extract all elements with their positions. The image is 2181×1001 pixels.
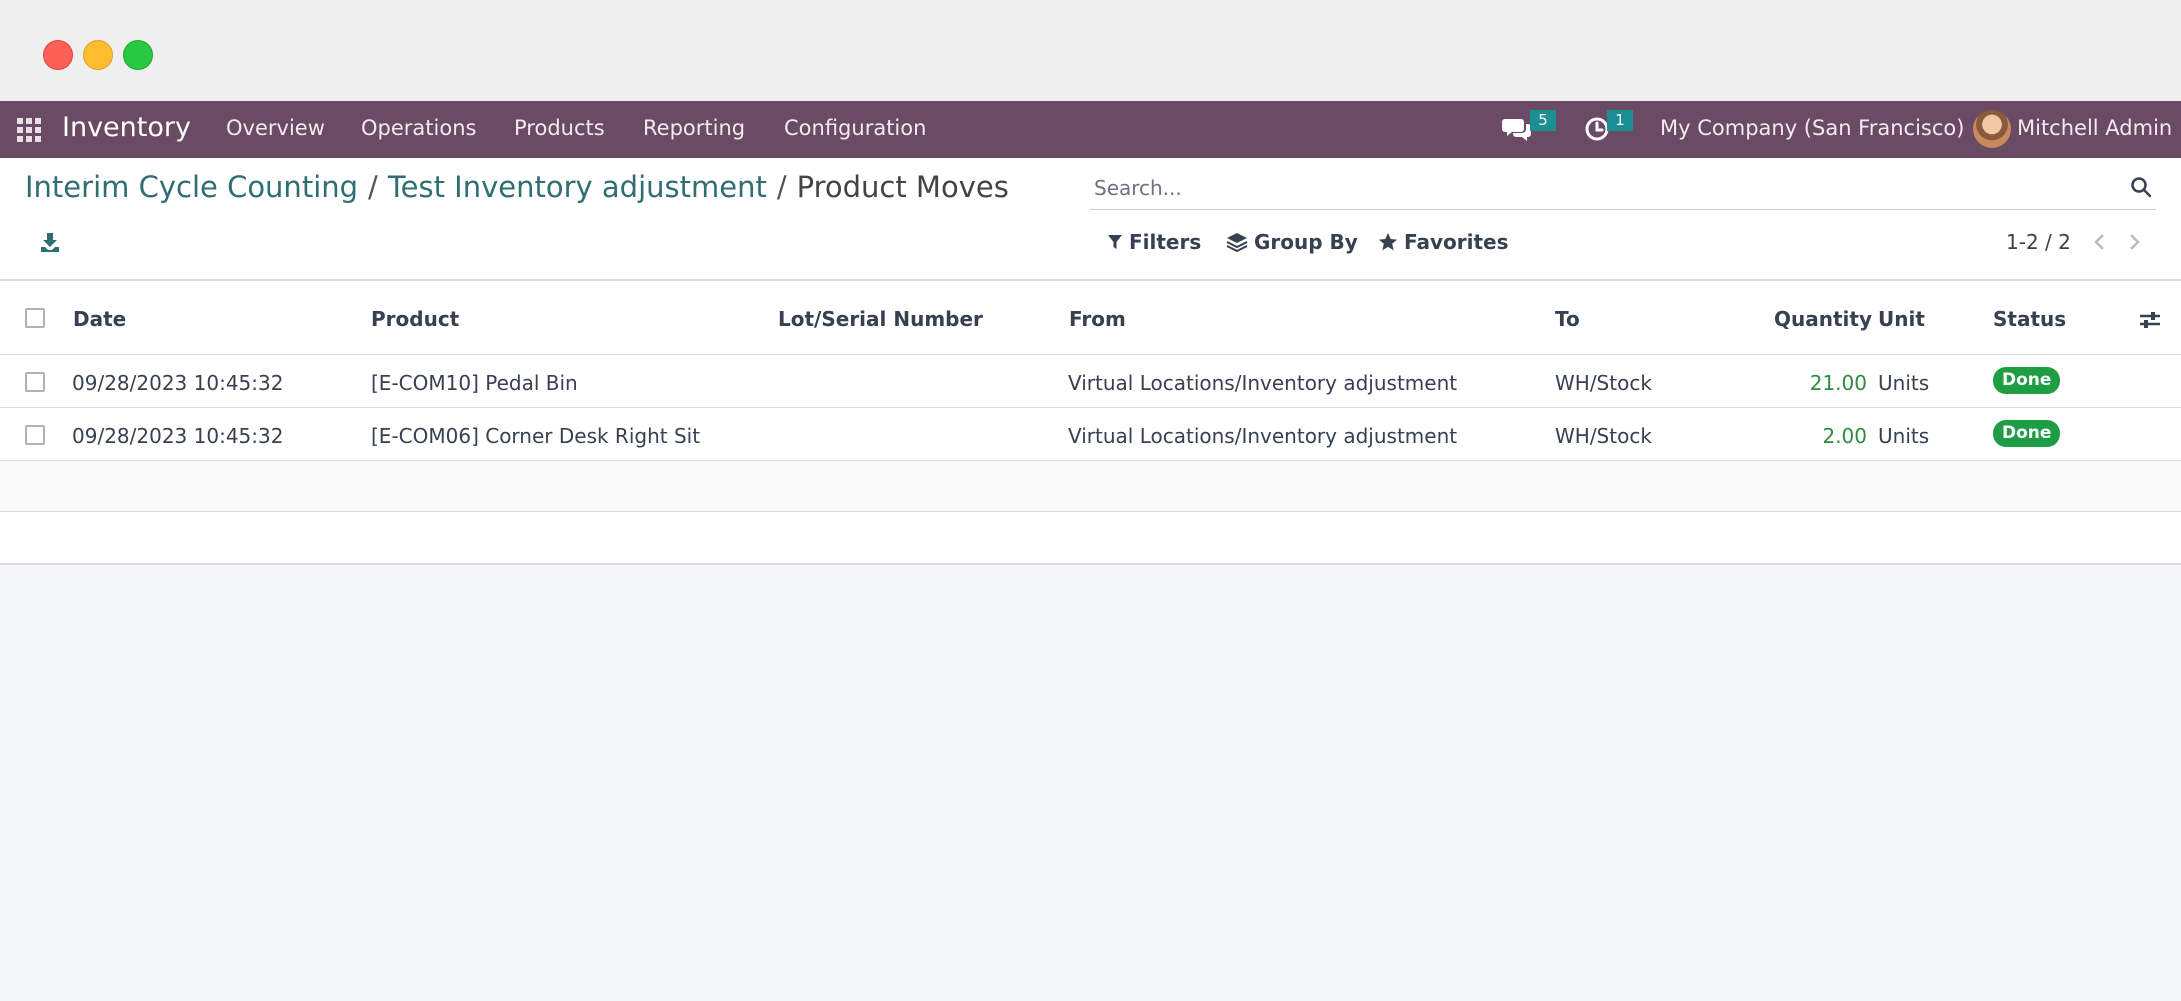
menu-products[interactable]: Products — [514, 116, 605, 140]
top-navbar: Inventory Overview Operations Products R… — [0, 101, 2181, 158]
star-icon — [1379, 233, 1397, 251]
breadcrumb: Interim Cycle Counting / Test Inventory ad… — [25, 170, 1009, 204]
favorites-label: Favorites — [1404, 230, 1509, 254]
cell-product: [E-COM10] Pedal Bin — [371, 371, 578, 395]
window-maximize-button[interactable] — [123, 40, 153, 70]
select-all-checkbox[interactable] — [25, 308, 45, 328]
column-header-lot-serial[interactable]: Lot/Serial Number — [778, 307, 983, 331]
cell-to: WH/Stock — [1555, 371, 1652, 395]
cell-product: [E-COM06] Corner Desk Right Sit — [371, 424, 701, 448]
column-header-to[interactable]: To — [1555, 307, 1580, 331]
filter-icon — [1108, 235, 1122, 249]
cell-from: Virtual Locations/Inventory adjustment — [1068, 371, 1458, 395]
user-menu[interactable]: Mitchell Admin — [2017, 116, 2172, 140]
favorites-button[interactable]: Favorites — [1378, 230, 1509, 254]
column-header-date[interactable]: Date — [73, 307, 126, 331]
activities-count-badge: 1 — [1607, 110, 1633, 131]
menu-operations[interactable]: Operations — [361, 116, 476, 140]
column-header-product[interactable]: Product — [371, 307, 459, 331]
cell-to: WH/Stock — [1555, 424, 1652, 448]
breadcrumb-item-test-inventory-adjustment[interactable]: Test Inventory adjustment — [388, 170, 767, 204]
pager-previous-icon[interactable] — [2090, 230, 2112, 254]
pager-next-icon[interactable] — [2124, 230, 2146, 254]
search-icon[interactable] — [2130, 176, 2154, 200]
company-switcher[interactable]: My Company (San Francisco) — [1660, 116, 1964, 140]
window-close-button[interactable] — [43, 40, 73, 70]
breadcrumb-separator: / — [368, 170, 378, 204]
cell-unit: Units — [1878, 424, 1930, 448]
window-titlebar — [0, 0, 2181, 101]
empty-table-row — [0, 461, 2181, 512]
cell-quantity: 21.00 — [1809, 371, 1867, 395]
layers-icon — [1226, 233, 1248, 252]
filters-label: Filters — [1129, 230, 1202, 254]
row-checkbox[interactable] — [25, 425, 45, 445]
filters-button[interactable]: Filters — [1107, 230, 1201, 254]
cell-from: Virtual Locations/Inventory adjustment — [1068, 424, 1458, 448]
cell-quantity: 2.00 — [1822, 424, 1867, 448]
window-minimize-button[interactable] — [83, 40, 113, 70]
breadcrumb-item-interim-cycle-counting[interactable]: Interim Cycle Counting — [25, 170, 358, 204]
row-checkbox[interactable] — [25, 372, 45, 392]
download-icon[interactable] — [38, 230, 66, 258]
menu-overview[interactable]: Overview — [226, 116, 325, 140]
status-badge: Done — [1993, 367, 2061, 394]
pager-value[interactable]: 1-2 / 2 — [2006, 230, 2071, 254]
table-row[interactable]: 09/28/2023 10:45:32 [E-COM06] Corner Des… — [0, 408, 2181, 461]
table-row[interactable]: 09/28/2023 10:45:32 [E-COM10] Pedal Bin … — [0, 355, 2181, 408]
user-avatar[interactable] — [1973, 110, 2011, 148]
empty-table-row — [0, 512, 2181, 565]
column-header-quantity[interactable]: Quantity — [1774, 307, 1872, 331]
control-panel: Interim Cycle Counting / Test Inventory ad… — [0, 158, 2181, 281]
status-badge: Done — [1993, 420, 2061, 447]
cell-date: 09/28/2023 10:45:32 — [72, 424, 284, 448]
cell-unit: Units — [1878, 371, 1930, 395]
product-moves-table: Date Product Lot/Serial Number From To Q… — [0, 281, 2181, 565]
group-by-label: Group By — [1254, 230, 1358, 254]
group-by-button[interactable]: Group By — [1226, 230, 1358, 254]
column-header-unit[interactable]: Unit — [1878, 307, 1925, 331]
messages-count-badge: 5 — [1530, 110, 1556, 131]
search-input[interactable] — [1090, 170, 2090, 206]
page-title: Product Moves — [796, 170, 1009, 204]
cell-date: 09/28/2023 10:45:32 — [72, 371, 284, 395]
menu-configuration[interactable]: Configuration — [784, 116, 926, 140]
column-header-from[interactable]: From — [1069, 307, 1126, 331]
search-bar — [1090, 170, 2156, 210]
table-header: Date Product Lot/Serial Number From To Q… — [0, 281, 2181, 355]
breadcrumb-separator: / — [776, 170, 787, 204]
app-name[interactable]: Inventory — [62, 112, 191, 143]
apps-menu-icon[interactable] — [17, 118, 41, 142]
menu-reporting[interactable]: Reporting — [643, 116, 745, 140]
optional-columns-icon[interactable] — [2138, 309, 2162, 331]
column-header-status[interactable]: Status — [1993, 307, 2066, 331]
